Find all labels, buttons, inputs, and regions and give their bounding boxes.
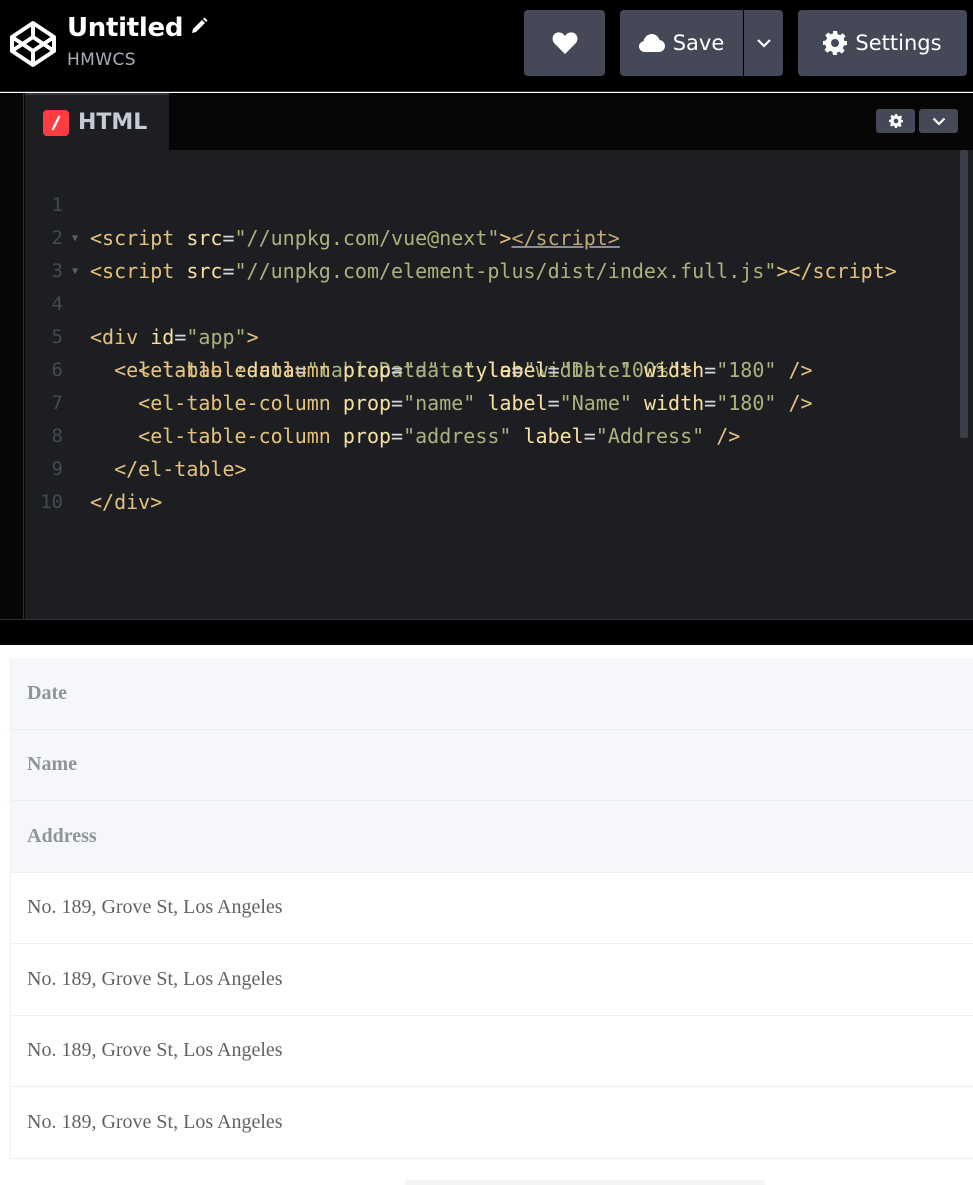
code-line[interactable]: 9 </div> (25, 420, 955, 514)
pencil-icon[interactable] (189, 16, 209, 36)
editor-settings-button[interactable] (876, 109, 915, 133)
header-cell-label: Date (27, 681, 67, 704)
code-line[interactable]: 5 <el-table-column prop="date" label="Da… (25, 288, 955, 382)
editor-scrollbar[interactable] (960, 150, 968, 438)
table-row: No. 189, Grove St, Los Angeles (11, 944, 973, 1016)
pen-owner[interactable]: HMWCS (67, 50, 209, 70)
code-line[interactable]: 8 </el-table> (25, 387, 955, 481)
settings-button-label: Settings (855, 31, 942, 55)
gear-icon (823, 31, 848, 55)
save-button[interactable]: Save (620, 10, 743, 76)
table-cell: No. 189, Grove St, Los Angeles (27, 896, 283, 919)
app-header: Untitled HMWCS Save Settings (0, 0, 973, 92)
code-line[interactable]: 4 ▼ <el-table :data="tableData" style="w… (25, 255, 955, 382)
panel-resize-handle[interactable] (0, 619, 973, 645)
editor-left-bar (0, 93, 24, 619)
settings-button[interactable]: Settings (798, 10, 967, 76)
code-line[interactable]: 7 <el-table-column prop="address" label=… (25, 354, 955, 448)
table-row: No. 189, Grove St, Los Angeles (11, 872, 973, 944)
table-row: No. 189, Grove St, Los Angeles (11, 1087, 973, 1159)
gear-icon (888, 114, 903, 128)
table-header-cell-date: Date (11, 658, 973, 730)
tab-html[interactable]: HTML (25, 93, 169, 150)
table-cell: No. 189, Grove St, Los Angeles (27, 967, 283, 990)
result-preview: Date Name Address No. 189, Grove St, Los… (0, 645, 973, 1185)
el-table: Date Name Address No. 189, Grove St, Los… (10, 658, 973, 1159)
pen-title[interactable]: Untitled (67, 13, 183, 43)
fold-arrow-icon[interactable]: ▼ (72, 222, 78, 255)
code-line[interactable]: 6 <el-table-column prop="name" label="Na… (25, 321, 955, 415)
cloud-icon (638, 34, 665, 52)
header-cell-label: Address (27, 824, 97, 847)
code-line[interactable]: 10 (25, 453, 955, 513)
chevron-down-icon (932, 117, 945, 126)
pen-title-block: Untitled HMWCS (67, 10, 209, 70)
html-editor-icon (43, 109, 69, 136)
code-line[interactable]: 3 ▼ <div id="app"> (25, 222, 955, 349)
table-cell: No. 189, Grove St, Los Angeles (27, 1110, 283, 1133)
table-cell: No. 189, Grove St, Los Angeles (27, 1039, 283, 1062)
code-line[interactable]: 2 <script src="//unpkg.com/element-plus/… (25, 189, 955, 283)
save-button-label: Save (672, 31, 725, 55)
love-button[interactable] (524, 10, 605, 76)
codepen-logo-icon[interactable] (9, 20, 57, 68)
table-header-cell-name: Name (11, 729, 973, 801)
heart-icon (552, 32, 577, 54)
tab-html-label: HTML (78, 110, 148, 135)
bottom-edge (405, 1180, 765, 1185)
fold-arrow-icon[interactable]: ▼ (72, 255, 78, 288)
header-cell-label: Name (27, 753, 77, 776)
table-header-cell-address: Address (11, 801, 973, 873)
line-number: 10 (40, 491, 63, 513)
editor-collapse-button[interactable] (919, 109, 958, 133)
code-text: </div> (90, 490, 163, 514)
chevron-down-icon (756, 39, 771, 48)
save-options-button[interactable] (744, 10, 783, 76)
code-line[interactable]: 1 <script src="//unpkg.com/vue@next"></s… (25, 156, 955, 250)
table-row: No. 189, Grove St, Los Angeles (11, 1015, 973, 1087)
